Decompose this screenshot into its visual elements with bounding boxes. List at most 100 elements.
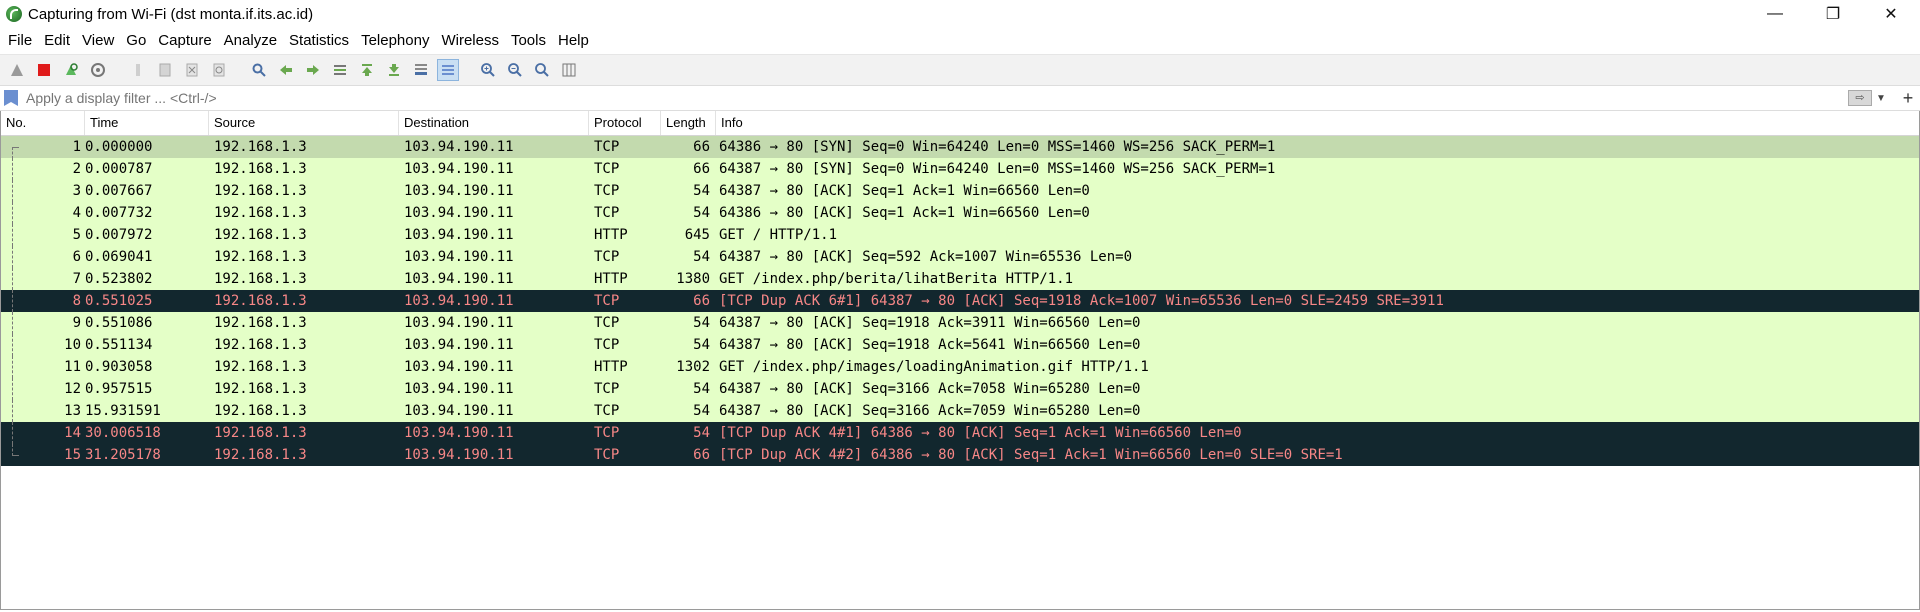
packet-row[interactable]: 3 0.007667 192.168.1.3 103.94.190.11 TCP 54 64… (1, 180, 1919, 202)
column-header-info[interactable]: Info (716, 111, 1919, 135)
menu-analyze[interactable]: Analyze (218, 28, 283, 54)
packet-time: 0.069041 (85, 249, 153, 265)
packet-row[interactable]: 2 0.000787 192.168.1.3 103.94.190.11 TCP 66 64… (1, 158, 1919, 180)
packet-info: 64387 → 80 [SYN] Seq=0 Win=64240 Len=0 M… (719, 161, 1276, 177)
packet-row[interactable]: 13 15.931591 192.168.1.3 103.94.190.11 TCP 54… (1, 400, 1919, 422)
go-forward-icon[interactable] (302, 59, 324, 81)
close-file-icon[interactable] (181, 59, 203, 81)
go-first-packet-icon[interactable] (356, 59, 378, 81)
go-last-packet-icon[interactable] (383, 59, 405, 81)
resize-columns-icon[interactable] (558, 59, 580, 81)
packet-destination: 103.94.190.11 (404, 293, 514, 309)
packet-row[interactable]: 5 0.007972 192.168.1.3 103.94.190.11 HTTP 645… (1, 224, 1919, 246)
column-header-source[interactable]: Source (209, 111, 399, 135)
menu-capture[interactable]: Capture (152, 28, 217, 54)
packet-row[interactable]: 8 0.551025 192.168.1.3 103.94.190.11 TCP 66 [T… (1, 290, 1919, 312)
chevron-down-icon[interactable]: ▼ (1876, 93, 1890, 104)
reload-file-icon[interactable] (208, 59, 230, 81)
column-header-length[interactable]: Length (661, 111, 716, 135)
packet-length: 54 (693, 337, 710, 353)
menu-file[interactable]: File (2, 28, 38, 54)
conversation-indicator (12, 334, 13, 356)
menu-telephony[interactable]: Telephony (355, 28, 435, 54)
menu-edit[interactable]: Edit (38, 28, 76, 54)
packet-row[interactable]: 10 0.551134 192.168.1.3 103.94.190.11 TCP 54 6… (1, 334, 1919, 356)
packet-source: 192.168.1.3 (214, 337, 307, 353)
packet-info: [TCP Dup ACK 4#2] 64386 → 80 [ACK] Seq=1… (719, 447, 1343, 463)
packet-no: 5 (72, 227, 81, 243)
restart-capture-icon[interactable] (60, 59, 82, 81)
go-back-icon[interactable] (275, 59, 297, 81)
display-filter-input[interactable] (24, 87, 1848, 109)
conversation-indicator (12, 422, 13, 444)
packet-time: 0.957515 (85, 381, 153, 397)
packet-list[interactable]: No. Time Source Destination Protocol Len… (0, 111, 1920, 610)
save-file-icon[interactable] (154, 59, 176, 81)
menu-wireless[interactable]: Wireless (435, 28, 505, 54)
packet-no: 9 (72, 315, 81, 331)
window-title: Capturing from Wi-Fi (dst monta.if.its.a… (28, 5, 314, 23)
column-header-destination[interactable]: Destination (399, 111, 589, 135)
packet-source: 192.168.1.3 (214, 183, 307, 199)
packet-length: 1380 (676, 271, 710, 287)
auto-scroll-icon[interactable] (410, 59, 432, 81)
find-packet-icon[interactable] (248, 59, 270, 81)
packet-row[interactable]: 11 0.903058 192.168.1.3 103.94.190.11 HTTP 13… (1, 356, 1919, 378)
column-header-time[interactable]: Time (85, 111, 209, 135)
zoom-in-icon[interactable] (477, 59, 499, 81)
apply-filter-arrow-icon[interactable]: ⇨ (1848, 90, 1872, 106)
packet-row[interactable]: 15 31.205178 192.168.1.3 103.94.190.11 TCP 66… (1, 444, 1919, 466)
packet-protocol: TCP (594, 293, 620, 309)
go-to-packet-icon[interactable] (329, 59, 351, 81)
display-filter-bar: ⇨ ▼ + (0, 85, 1920, 111)
menu-go[interactable]: Go (120, 28, 152, 54)
packet-source: 192.168.1.3 (214, 359, 307, 375)
packet-rows: 1 0.000000 192.168.1.3 103.94.190.11 TCP 66 64… (1, 136, 1919, 466)
packet-info: GET / HTTP/1.1 (719, 227, 838, 243)
start-capture-icon[interactable] (6, 59, 28, 81)
menu-view[interactable]: View (76, 28, 120, 54)
packet-protocol: TCP (594, 425, 620, 441)
packet-no: 8 (72, 293, 81, 309)
normal-size-icon[interactable] (531, 59, 553, 81)
packet-protocol: TCP (594, 139, 620, 155)
packet-row[interactable]: 4 0.007732 192.168.1.3 103.94.190.11 TCP 54 64… (1, 202, 1919, 224)
menu-tools[interactable]: Tools (505, 28, 552, 54)
main-toolbar (0, 54, 1920, 85)
packet-protocol: TCP (594, 161, 620, 177)
packet-source: 192.168.1.3 (214, 447, 307, 463)
packet-time: 0.551025 (85, 293, 153, 309)
packet-row[interactable]: 7 0.523802 192.168.1.3 103.94.190.11 HTTP 138… (1, 268, 1919, 290)
packet-no: 4 (72, 205, 81, 221)
packet-row[interactable]: 9 0.551086 192.168.1.3 103.94.190.11 TCP 54 64… (1, 312, 1919, 334)
column-header-protocol[interactable]: Protocol (589, 111, 661, 135)
packet-row[interactable]: 14 30.006518 192.168.1.3 103.94.190.11 TCP 54… (1, 422, 1919, 444)
conversation-indicator (12, 378, 13, 400)
capture-options-icon[interactable] (87, 59, 109, 81)
packet-time: 0.000000 (85, 139, 153, 155)
conversation-indicator (12, 202, 13, 224)
minimize-icon[interactable]: — (1746, 0, 1804, 28)
bookmark-icon[interactable] (4, 90, 18, 106)
zoom-out-icon[interactable] (504, 59, 526, 81)
packet-info: 64387 → 80 [ACK] Seq=592 Ack=1007 Win=65… (719, 249, 1133, 265)
packet-protocol: TCP (594, 249, 620, 265)
column-header-no[interactable]: No. (1, 111, 85, 135)
close-icon[interactable]: ✕ (1862, 0, 1920, 28)
packet-time: 0.000787 (85, 161, 153, 177)
restore-icon[interactable]: ❐ (1804, 0, 1862, 28)
menu-help[interactable]: Help (552, 28, 595, 54)
open-file-icon[interactable] (127, 59, 149, 81)
packet-info: 64387 → 80 [ACK] Seq=3166 Ack=7059 Win=6… (719, 403, 1141, 419)
colorize-packet-list-icon[interactable] (437, 59, 459, 81)
packet-row[interactable]: 6 0.069041 192.168.1.3 103.94.190.11 TCP 54 64… (1, 246, 1919, 268)
conversation-indicator (12, 224, 13, 246)
menu-statistics[interactable]: Statistics (283, 28, 355, 54)
packet-row[interactable]: 1 0.000000 192.168.1.3 103.94.190.11 TCP 66 64… (1, 136, 1919, 159)
packet-length: 54 (693, 205, 710, 221)
packet-length: 66 (693, 447, 710, 463)
packet-row[interactable]: 12 0.957515 192.168.1.3 103.94.190.11 TCP 54 6… (1, 378, 1919, 400)
packet-protocol: HTTP (594, 227, 628, 243)
add-filter-button-icon[interactable]: + (1898, 88, 1918, 109)
stop-capture-icon[interactable] (33, 59, 55, 81)
